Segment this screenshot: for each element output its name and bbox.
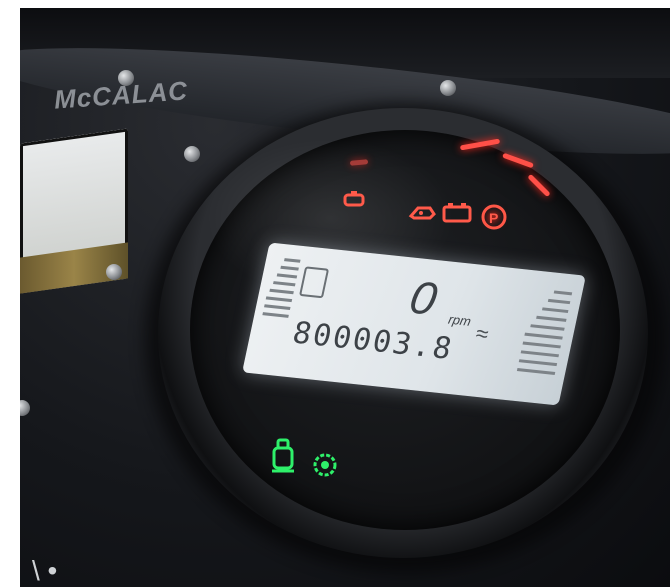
rpm-value: 0 <box>405 270 442 325</box>
parking-brake-icon: P <box>480 204 508 230</box>
screw <box>106 264 122 280</box>
fuel-level-icon <box>298 266 330 299</box>
rpm-unit: rpm <box>447 311 473 329</box>
screw <box>184 146 200 162</box>
screw <box>20 400 30 416</box>
dashboard-photo: McCALAC P 0 rpm 800003.8 ≈ \ • <box>20 8 670 587</box>
gear-icon <box>308 448 342 483</box>
engine-icon <box>342 190 368 210</box>
corner-marks: \ • <box>32 555 58 586</box>
left-bargraph <box>260 257 301 329</box>
battery-icon <box>442 202 472 224</box>
screw <box>440 80 456 96</box>
coolant-temp-icon: ≈ <box>473 320 491 347</box>
oil-pressure-icon <box>408 200 436 222</box>
svg-text:P: P <box>489 210 498 226</box>
right-bargraph <box>514 288 573 390</box>
screw <box>118 70 134 86</box>
fuel-pump-icon <box>268 438 298 479</box>
